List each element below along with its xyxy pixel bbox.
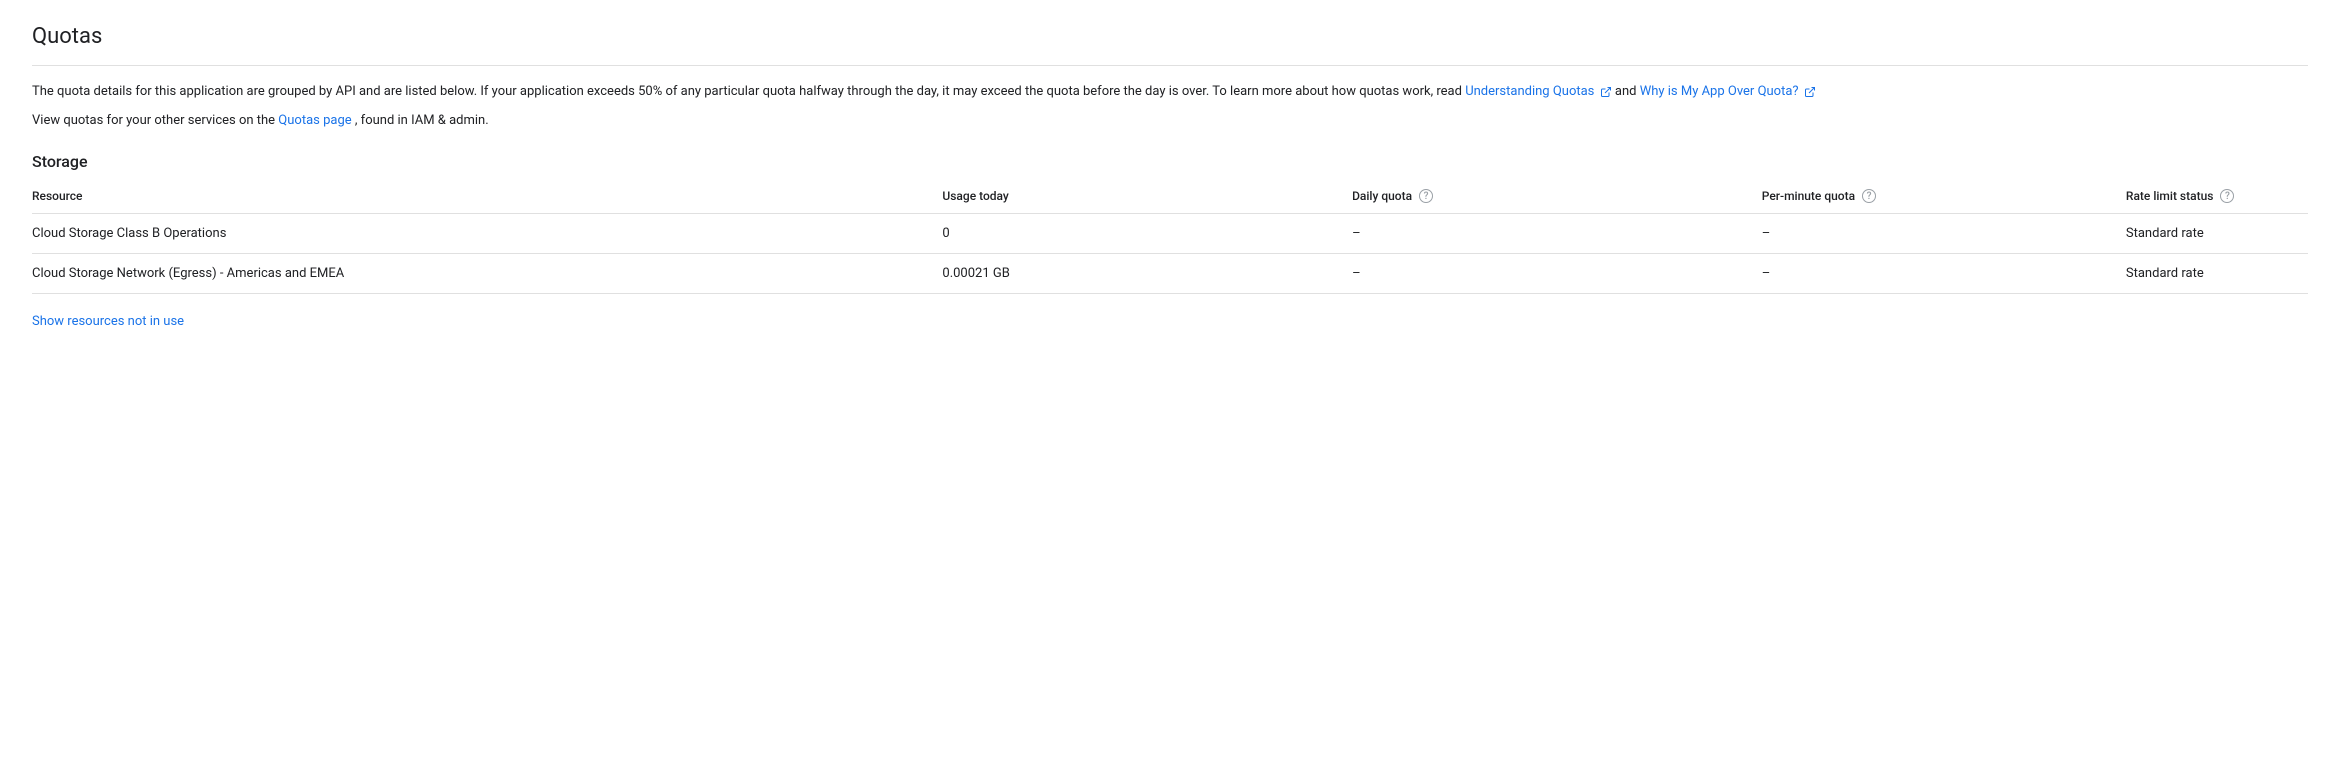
quota-table: Resource Usage today Daily quota ? Per-m… [32,179,2308,295]
storage-section: Storage Resource Usage today Daily quota… [32,152,2308,295]
cell-resource: Cloud Storage Class B Operations [32,214,942,254]
table-row: Cloud Storage Network (Egress) - America… [32,254,2308,294]
table-row: Cloud Storage Class B Operations0––Stand… [32,214,2308,254]
description-section: The quota details for this application a… [32,82,2308,132]
table-header-row: Resource Usage today Daily quota ? Per-m… [32,179,2308,214]
page-title: Quotas [32,24,2308,66]
cell-rate-limit-status: Standard rate [2126,254,2308,294]
per-minute-quota-help-icon[interactable]: ? [1862,189,1876,203]
app-over-quota-link[interactable]: Why is My App Over Quota? [1640,84,1816,99]
col-header-resource: Resource [32,179,942,214]
page-container: Quotas The quota details for this applic… [0,0,2340,353]
and-text: and [1615,84,1640,99]
show-resources-link[interactable]: Show resources not in use [32,314,184,329]
external-link-icon-2 [1804,86,1816,98]
col-header-daily-quota: Daily quota ? [1352,179,1762,214]
col-header-usage: Usage today [942,179,1352,214]
second-line-prefix: View quotas for your other services on t… [32,113,278,128]
cell-daily-quota: – [1352,254,1762,294]
understanding-quotas-link[interactable]: Understanding Quotas [1465,84,1615,99]
cell-usage-today: 0 [942,214,1352,254]
col-header-rate-limit-status: Rate limit status ? [2126,179,2308,214]
col-header-per-minute-quota: Per-minute quota ? [1762,179,2126,214]
cell-resource: Cloud Storage Network (Egress) - America… [32,254,942,294]
cell-usage-today: 0.00021 GB [942,254,1352,294]
daily-quota-help-icon[interactable]: ? [1419,189,1433,203]
cell-daily-quota: – [1352,214,1762,254]
description-paragraph-2: View quotas for your other services on t… [32,111,2308,132]
quotas-page-link[interactable]: Quotas page [278,113,355,128]
cell-per-minute-quota: – [1762,254,2126,294]
description-main-text: The quota details for this application a… [32,84,1465,99]
table-body: Cloud Storage Class B Operations0––Stand… [32,214,2308,294]
storage-section-title: Storage [32,152,2308,171]
cell-rate-limit-status: Standard rate [2126,214,2308,254]
cell-per-minute-quota: – [1762,214,2126,254]
external-link-icon-1 [1600,86,1612,98]
second-line-suffix: , found in IAM & admin. [355,113,489,128]
rate-limit-status-help-icon[interactable]: ? [2220,189,2234,203]
description-paragraph-1: The quota details for this application a… [32,82,2308,103]
